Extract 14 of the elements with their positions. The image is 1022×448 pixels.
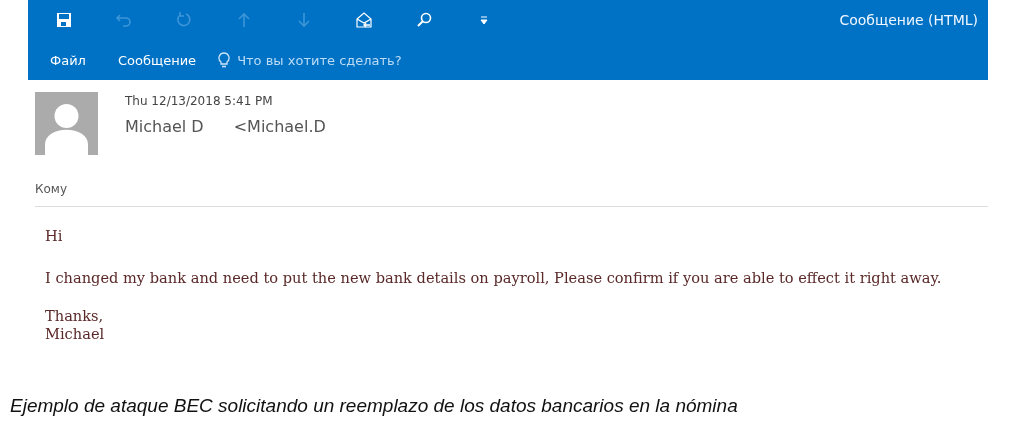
- tell-me-field[interactable]: Что вы хотите сделать?: [235, 51, 480, 69]
- sender-name: Michael D: [125, 117, 204, 136]
- image-caption: Ejemplo de ataque BEC solicitando un reemplazo de los datos bancarios en la nómina: [10, 395, 739, 417]
- message-paragraph: Thanks, Michael: [45, 307, 106, 343]
- to-label: Кому: [35, 182, 67, 196]
- lightbulb-icon: [218, 52, 231, 68]
- sender-address: <Michael.D: [233, 117, 326, 136]
- window-title: Сообщение (HTML): [839, 12, 978, 28]
- ribbon-tab[interactable]: Сообщение: [107, 52, 207, 68]
- sent-date: Thu 12/13/2018 5:41 PM: [125, 94, 274, 108]
- message-paragraph: I changed my bank and need to put the new bank details on payroll, Please confirm if you are able to effect it right away.: [45, 269, 943, 287]
- avatar-icon: [35, 92, 98, 155]
- message-paragraph: Hi: [45, 227, 64, 245]
- ribbon-tab[interactable]: Файл: [40, 52, 96, 68]
